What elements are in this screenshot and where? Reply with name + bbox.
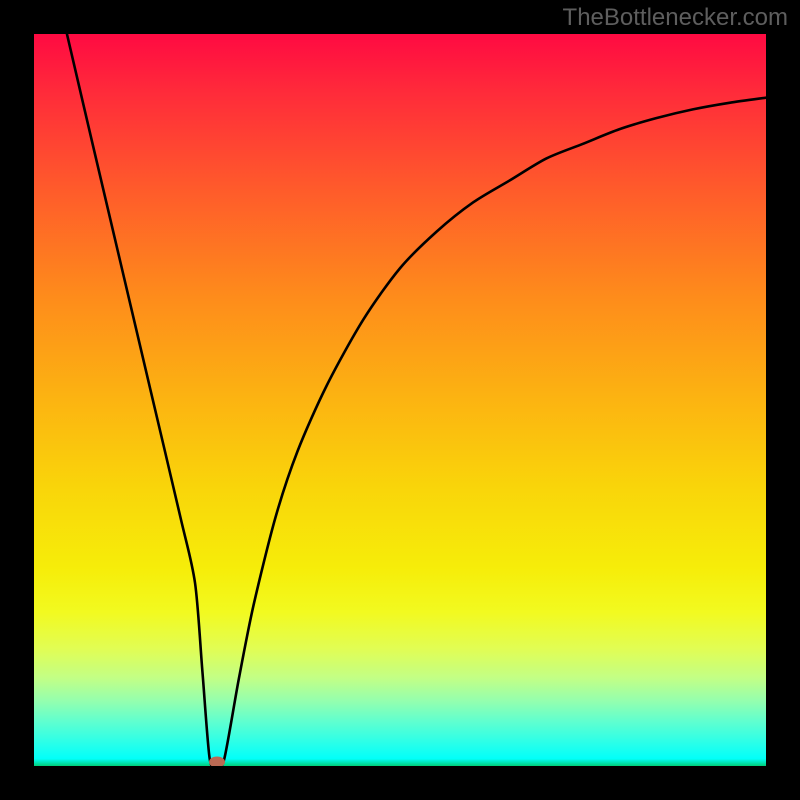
optimal-point-marker bbox=[209, 757, 225, 766]
bottleneck-curve bbox=[34, 34, 766, 766]
attribution-text: TheBottlenecker.com bbox=[563, 4, 788, 32]
plot-area bbox=[34, 34, 766, 766]
chart-frame: TheBottlenecker.com bbox=[0, 0, 800, 800]
